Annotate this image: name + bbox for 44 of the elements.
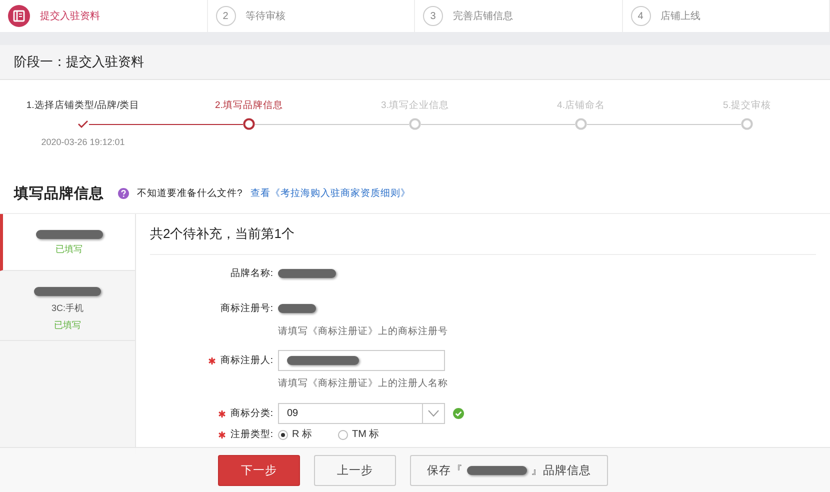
step-number: 4	[630, 6, 650, 26]
field-label: 品牌名称:	[230, 267, 273, 280]
input-field[interactable]	[278, 350, 445, 371]
status-text: 已填写	[54, 319, 81, 332]
help-icon[interactable]	[118, 188, 129, 198]
step-label: 店铺上线	[660, 10, 700, 23]
radio-option[interactable]: TM 标	[338, 429, 380, 441]
category-text: 3C:手机	[51, 302, 84, 315]
step-label: 完善店铺信息	[453, 10, 513, 23]
field-label: 注册类型:	[230, 429, 273, 441]
select-field[interactable]: 09	[278, 403, 445, 424]
redaction-bar	[278, 269, 336, 278]
save-button[interactable]: 保存『 』品牌信息	[410, 454, 608, 486]
stage-title: 阶段一：提交入驻资料	[14, 53, 144, 71]
section-title: 填写品牌信息	[14, 184, 104, 202]
rules-link[interactable]: 查看《考拉海购入驻商家资质细则》	[250, 186, 410, 200]
field-label: 商标注册号:	[220, 302, 273, 315]
redaction-bar	[36, 230, 102, 239]
step-label: 4.店铺命名	[557, 99, 605, 113]
back-button[interactable]: 上一步	[314, 454, 396, 486]
step-date: 2020-03-26 19:12:01	[41, 137, 125, 147]
redaction-bar	[287, 356, 359, 365]
step-label: 5.提交审核	[723, 99, 771, 113]
chevron-down-icon	[428, 410, 439, 417]
step-number: 2	[216, 6, 236, 26]
status-text: 已填写	[56, 243, 82, 256]
step-label: 等待审核	[246, 10, 286, 23]
radio-option[interactable]: R 标	[278, 429, 312, 441]
help-text: 不知道要准备什么文件?	[137, 186, 242, 200]
redaction-bar	[34, 287, 101, 296]
next-button[interactable]: 下一步	[218, 454, 300, 486]
step-number: 3	[423, 6, 443, 26]
redaction-bar	[278, 304, 316, 313]
step-label: 1.选择店铺类型/品牌/类目	[26, 99, 140, 113]
step-label: 2.填写品牌信息	[215, 99, 283, 113]
hint-text: 请填写《商标注册证》上的商标注册号	[278, 325, 448, 338]
hint-text: 请填写《商标注册证》上的注册人名称	[278, 377, 448, 390]
form-title: 共2个待补充，当前第1个	[150, 214, 816, 255]
redaction-bar	[467, 466, 527, 474]
field-label: 商标分类:	[230, 407, 273, 420]
brand-list-item[interactable]: 3C:手机 已填写	[0, 271, 135, 341]
step-label: 提交入驻资料	[40, 10, 100, 23]
step-label: 3.填写企业信息	[381, 99, 449, 113]
field-label: 商标注册人:	[220, 354, 273, 367]
